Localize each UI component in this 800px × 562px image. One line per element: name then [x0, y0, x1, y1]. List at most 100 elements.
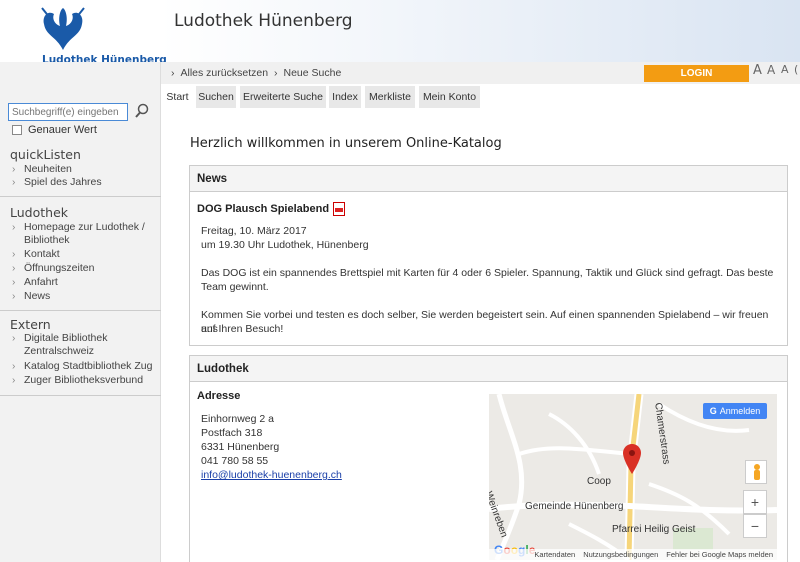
tab-bar: Start Suchen Erweiterte Suche Index Merk…: [161, 86, 800, 108]
extern-title: Extern: [10, 317, 51, 332]
address-title: Adresse: [197, 390, 241, 402]
divider: [0, 395, 161, 396]
chevron-right-icon: ›: [12, 164, 16, 175]
chevron-right-icon: ›: [12, 277, 16, 288]
tab-mein-konto[interactable]: Mein Konto: [419, 86, 480, 108]
exact-match-label: Genauer Wert: [28, 124, 97, 136]
sidebar: Genauer Wert quickListen › Neuheiten › Spi…: [0, 62, 161, 562]
map-footer-kartendaten[interactable]: Kartendaten: [534, 550, 575, 559]
unicorn-logo-icon: [41, 7, 85, 50]
tab-merkliste[interactable]: Merkliste: [365, 86, 415, 108]
tab-suchen[interactable]: Suchen: [196, 86, 236, 108]
map-footer: Kartendaten Nutzungsbedingungen Fehler b…: [489, 549, 777, 560]
email-link[interactable]: info@ludothek-huenenberg.ch: [201, 469, 342, 481]
map-label-coop: Coop: [587, 476, 611, 487]
sidebar-item-homepage-cont[interactable]: Bibliothek: [24, 234, 70, 247]
search-icon[interactable]: [134, 103, 150, 119]
address-street: Einhornweg 2 a: [201, 413, 274, 425]
chevron-right-icon: ›: [12, 222, 16, 233]
reset-link[interactable]: › Alles zurücksetzen: [171, 67, 268, 79]
exact-match-checkbox[interactable]: [12, 125, 22, 135]
address-city: 6331 Hünenberg: [201, 441, 280, 453]
ludothek-heading: Ludothek: [190, 356, 787, 382]
news-para2-line2: auf Ihren Besuch!: [201, 323, 284, 335]
contrast-toggle[interactable]: (: [794, 63, 798, 76]
logo[interactable]: Ludothek Hünenberg: [14, 6, 167, 66]
news-item-title[interactable]: DOG Plausch Spielabend: [197, 202, 346, 216]
sidebar-item-label: News: [24, 290, 51, 302]
search-input[interactable]: [8, 103, 128, 121]
sidebar-item-katalog-stadtbibliothek[interactable]: › Katalog Stadtbibliothek Zug: [12, 360, 152, 373]
map-marker-icon[interactable]: [623, 444, 641, 474]
chevron-right-icon: ›: [171, 67, 175, 79]
sidebar-item-label: Katalog Stadtbibliothek Zug: [24, 360, 153, 372]
font-size-large[interactable]: A: [781, 63, 789, 76]
address-postbox: Postfach 318: [201, 427, 263, 439]
ludothek-panel: Ludothek Adresse Einhornweg 2 a Postfach…: [189, 355, 788, 562]
map-signin-button[interactable]: G Anmelden: [703, 403, 767, 419]
reset-label: Alles zurücksetzen: [180, 67, 269, 79]
page-title: Herzlich willkommen in unserem Online-Ka…: [190, 136, 502, 151]
news-para1-line2: Team gewinnt.: [201, 281, 269, 293]
tab-erweiterte-suche[interactable]: Erweiterte Suche: [240, 86, 326, 108]
sidebar-item-label: Kontakt: [24, 248, 60, 260]
sidebar-item-homepage[interactable]: › Homepage zur Ludothek /: [12, 221, 145, 234]
street-view-pegman-icon[interactable]: [745, 460, 767, 484]
sidebar-item-digitale-bibliothek[interactable]: › Digitale Bibliothek: [12, 332, 107, 345]
new-search-link[interactable]: › Neue Suche: [274, 67, 341, 79]
chevron-right-icon: ›: [12, 361, 16, 372]
news-panel: News DOG Plausch Spielabend Freitag, 10.…: [189, 165, 788, 346]
sidebar-item-label: Zentralschweiz: [24, 345, 95, 357]
exact-match-option[interactable]: Genauer Wert: [12, 124, 97, 136]
sidebar-item-anfahrt[interactable]: › Anfahrt: [12, 276, 58, 289]
chevron-right-icon: ›: [12, 249, 16, 260]
news-title-text: DOG Plausch Spielabend: [197, 203, 330, 215]
sidebar-item-spiel-des-jahres[interactable]: › Spiel des Jahres: [12, 176, 102, 189]
tab-index[interactable]: Index: [329, 86, 361, 108]
map-label-gemeinde: Gemeinde Hünenberg: [525, 501, 624, 512]
chevron-right-icon: ›: [12, 291, 16, 302]
sidebar-item-label: Zuger Bibliotheksverbund: [24, 374, 144, 386]
chevron-right-icon: ›: [12, 375, 16, 386]
chevron-right-icon: ›: [12, 333, 16, 344]
quicklists-title: quickListen: [10, 147, 81, 162]
sidebar-item-oeffnungszeiten[interactable]: › Öffnungszeiten: [12, 262, 94, 275]
ludothek-title: Ludothek: [10, 205, 69, 220]
news-heading: News: [190, 166, 787, 192]
sidebar-item-neuheiten[interactable]: › Neuheiten: [12, 163, 72, 176]
map-zoom-in-button[interactable]: +: [743, 490, 767, 514]
map-footer-nutzungsbedingungen[interactable]: Nutzungsbedingungen: [583, 550, 658, 559]
sidebar-item-label: Anfahrt: [24, 276, 58, 288]
sidebar-item-label: Digitale Bibliothek: [24, 332, 108, 344]
chevron-right-icon: ›: [12, 177, 16, 188]
map-zoom-out-button[interactable]: −: [743, 514, 767, 538]
news-date: Freitag, 10. März 2017: [201, 225, 307, 237]
font-size-medium[interactable]: A: [767, 63, 775, 77]
news-time: um 19.30 Uhr Ludothek, Hünenberg: [201, 239, 369, 251]
font-size-small[interactable]: A: [753, 63, 762, 78]
news-para2-line1: Kommen Sie vorbei und testen es doch sel…: [201, 309, 769, 335]
login-button[interactable]: LOGIN: [644, 65, 749, 82]
map[interactable]: G Anmelden Chamerstrass Weinreben Coop G…: [489, 394, 777, 560]
sidebar-item-label: Spiel des Jahres: [24, 176, 102, 188]
sidebar-item-news[interactable]: › News: [12, 290, 50, 303]
map-signin-label: Anmelden: [719, 406, 761, 416]
sidebar-item-zuger-bibliotheksverbund[interactable]: › Zuger Bibliotheksverbund: [12, 374, 143, 387]
pdf-icon[interactable]: [333, 202, 346, 216]
sidebar-item-label: Öffnungszeiten: [24, 262, 95, 274]
tab-start[interactable]: Start: [161, 86, 194, 108]
address-phone: 041 780 58 55: [201, 455, 269, 467]
chevron-right-icon: ›: [274, 67, 278, 79]
sidebar-item-label: Homepage zur Ludothek /: [24, 221, 145, 233]
map-label-pfarrei: Pfarrei Heilig Geist: [612, 524, 696, 535]
google-g-icon: G: [709, 406, 717, 416]
sidebar-item-kontakt[interactable]: › Kontakt: [12, 248, 60, 261]
map-footer-report[interactable]: Fehler bei Google Maps melden: [666, 550, 773, 559]
sidebar-item-label: Bibliothek: [24, 234, 70, 246]
chevron-right-icon: ›: [12, 263, 16, 274]
site-title: Ludothek Hünenberg: [174, 11, 353, 31]
sidebar-item-digitale-bibliothek-cont[interactable]: Zentralschweiz: [24, 345, 94, 358]
new-search-label: Neue Suche: [283, 67, 342, 79]
header: Ludothek Hünenberg Ludothek Hünenberg: [0, 0, 800, 66]
sidebar-item-label: Neuheiten: [24, 163, 72, 175]
